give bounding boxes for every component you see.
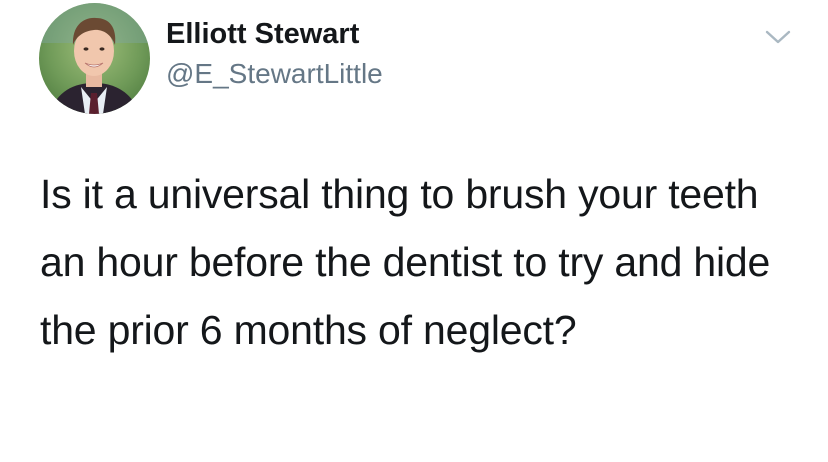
avatar[interactable] — [39, 3, 150, 114]
author-display-name[interactable]: Elliott Stewart — [166, 16, 359, 52]
tweet-card: Elliott Stewart @E_StewartLittle Is it a… — [0, 0, 828, 462]
tweet-text: Is it a universal thing to brush your te… — [40, 171, 771, 353]
chevron-down-icon[interactable] — [764, 26, 792, 48]
profile-photo-icon — [39, 3, 150, 114]
author-handle[interactable]: @E_StewartLittle — [166, 56, 383, 92]
